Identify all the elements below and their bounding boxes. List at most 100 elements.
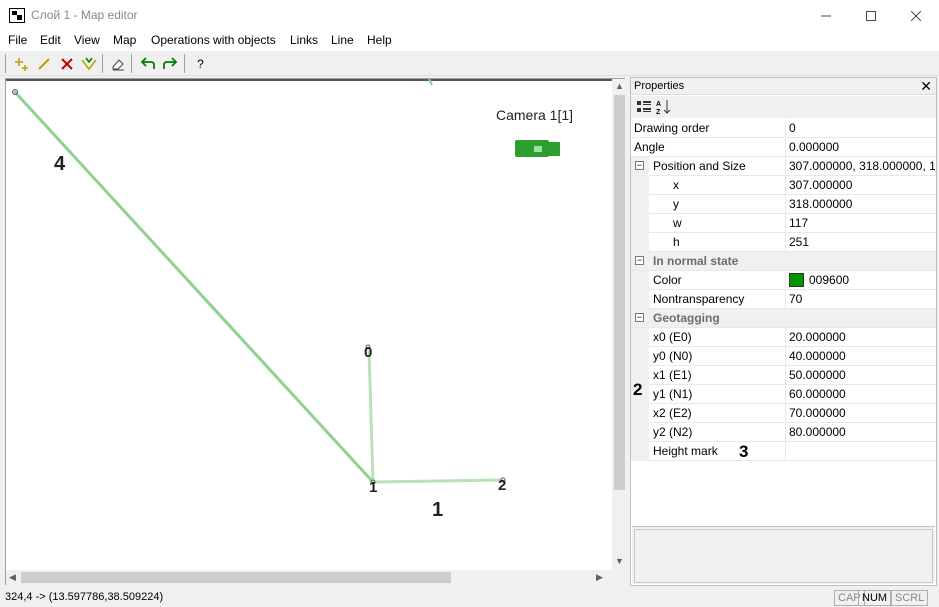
camera-icon[interactable] — [515, 140, 560, 157]
add-point-button[interactable] — [12, 53, 33, 74]
close-icon — [911, 10, 921, 21]
prop-row[interactable]: x0 (E0) 20.000000 — [631, 328, 936, 347]
prop-value[interactable]: 80.000000 — [789, 425, 935, 439]
collapse-icon[interactable]: − — [635, 256, 644, 265]
prop-row-group[interactable]: − Position and Size 307.000000, 318.0000… — [631, 157, 936, 176]
prop-row[interactable]: h 251 — [631, 233, 936, 252]
prop-value[interactable]: 009600 — [789, 273, 935, 287]
prop-value[interactable]: 60.000000 — [789, 387, 935, 401]
color-value: 009600 — [809, 273, 850, 287]
prop-name: y0 (N0) — [653, 349, 693, 363]
close-panel-icon[interactable]: ✕ — [920, 78, 932, 95]
annotation-3: 3 — [739, 442, 749, 461]
prop-category[interactable]: − In normal state — [631, 252, 936, 271]
annotation-4: 4 — [54, 153, 66, 175]
horizontal-scrollbar[interactable]: ◀ ▶ — [6, 570, 612, 585]
prop-row[interactable]: Height mark — [631, 442, 936, 461]
prop-name: Drawing order — [634, 121, 710, 135]
map-line-1-2[interactable] — [372, 478, 502, 484]
properties-panel: Properties ✕ A Z Drawing order 0 Angle 0… — [630, 77, 937, 586]
draw-line-button[interactable] — [33, 53, 54, 74]
prop-value[interactable]: 307.000000, 318.000000, 1... — [789, 159, 935, 173]
prop-value[interactable]: 40.000000 — [789, 349, 935, 363]
svg-text:Z: Z — [656, 109, 661, 115]
minimize-icon — [821, 15, 831, 16]
menu-line[interactable]: Line — [331, 33, 354, 47]
prop-name: h — [673, 235, 680, 249]
prop-value[interactable]: 117 — [789, 216, 935, 230]
menu-view[interactable]: View — [74, 33, 100, 47]
prop-value[interactable]: 0 — [789, 121, 935, 135]
collapse-icon[interactable]: − — [635, 161, 644, 170]
prop-row[interactable]: x 307.000000 — [631, 176, 936, 195]
description-area — [632, 526, 935, 584]
redo-button[interactable] — [159, 53, 180, 74]
menu-operations[interactable]: Operations with objects — [151, 33, 276, 47]
sort-alphabetical-icon[interactable]: A Z — [656, 99, 672, 115]
prop-row[interactable]: Nontransparency 70 — [631, 290, 936, 309]
menu-help[interactable]: Help — [367, 33, 392, 47]
categorized-view-icon[interactable] — [636, 99, 652, 115]
prop-value[interactable]: 70 — [789, 292, 935, 306]
color-swatch[interactable] — [789, 273, 804, 287]
scroll-right-icon[interactable]: ▶ — [596, 572, 603, 583]
properties-header: Properties ✕ — [631, 78, 936, 95]
menu-file[interactable]: File — [8, 33, 27, 47]
prop-row[interactable]: y 318.000000 — [631, 195, 936, 214]
horizontal-scroll-thumb[interactable] — [21, 572, 451, 583]
prop-row[interactable]: y1 (N1) 60.000000 — [631, 385, 936, 404]
menu-links[interactable]: Links — [290, 33, 318, 47]
point-1-label: 1 — [369, 479, 378, 496]
prop-row[interactable]: y2 (N2) 80.000000 — [631, 423, 936, 442]
category-name: In normal state — [653, 254, 739, 268]
prop-value[interactable]: 307.000000 — [789, 178, 935, 192]
collapse-icon[interactable]: − — [635, 313, 644, 322]
minimize-button[interactable] — [803, 0, 849, 31]
map-line-4[interactable] — [12, 89, 375, 484]
close-button[interactable] — [893, 0, 939, 31]
prop-row[interactable]: x2 (E2) 70.000000 — [631, 404, 936, 423]
maximize-button[interactable] — [848, 0, 894, 31]
prop-value[interactable]: 318.000000 — [789, 197, 935, 211]
prop-row[interactable]: Drawing order 0 — [631, 119, 936, 138]
help-button[interactable]: ? — [190, 53, 211, 74]
scroll-up-icon[interactable]: ▲ — [615, 81, 624, 91]
prop-row[interactable]: w 117 — [631, 214, 936, 233]
prop-name: x1 (E1) — [653, 368, 692, 382]
toolbar-separator — [5, 54, 6, 73]
prop-value[interactable]: 0.000000 — [789, 140, 935, 154]
prop-value[interactable]: 20.000000 — [789, 330, 935, 344]
add-point-icon — [14, 57, 28, 71]
vertical-scrollbar[interactable]: ▲ ▼ — [612, 79, 626, 570]
description-box — [634, 529, 933, 583]
scroll-down-icon[interactable]: ▼ — [615, 556, 624, 566]
vertical-scroll-thumb[interactable] — [614, 95, 625, 490]
prop-row[interactable]: Angle 0.000000 — [631, 138, 936, 157]
menu-map[interactable]: Map — [113, 33, 136, 47]
point-2-label: 2 — [498, 477, 507, 494]
menu-edit[interactable]: Edit — [40, 33, 61, 47]
draw-line-icon — [37, 57, 50, 70]
prop-row[interactable]: y0 (N0) 40.000000 — [631, 347, 936, 366]
map-line-0-1[interactable] — [367, 350, 375, 483]
prop-category[interactable]: − Geotagging — [631, 309, 936, 328]
properties-toolbar: A Z — [631, 96, 936, 118]
prop-value[interactable]: 251 — [789, 235, 935, 249]
status-coords: 324,4 -> (13.597786,38.509224) — [5, 591, 164, 603]
delete-button[interactable] — [56, 53, 77, 74]
undo-button[interactable] — [137, 53, 158, 74]
scroll-corner — [612, 570, 626, 585]
merge-points-icon — [80, 57, 97, 70]
prop-row[interactable]: x1 (E1) 50.000000 — [631, 366, 936, 385]
scroll-left-icon[interactable]: ◀ — [9, 572, 16, 583]
map-drawing[interactable] — [6, 79, 612, 570]
prop-value[interactable]: 70.000000 — [789, 406, 935, 420]
point-0-label: 0 — [364, 344, 373, 361]
map-canvas[interactable]: Camera 1[1] 4 1 0 1 2 ▲ ▼ ◀ ▶ — [5, 78, 626, 585]
merge-points-button[interactable] — [78, 53, 99, 74]
prop-row[interactable]: Color 009600 — [631, 271, 936, 290]
prop-value[interactable]: 50.000000 — [789, 368, 935, 382]
prop-name: Angle — [634, 140, 665, 154]
camera-label: Camera 1[1] — [496, 107, 574, 123]
eraser-button[interactable] — [107, 53, 128, 74]
